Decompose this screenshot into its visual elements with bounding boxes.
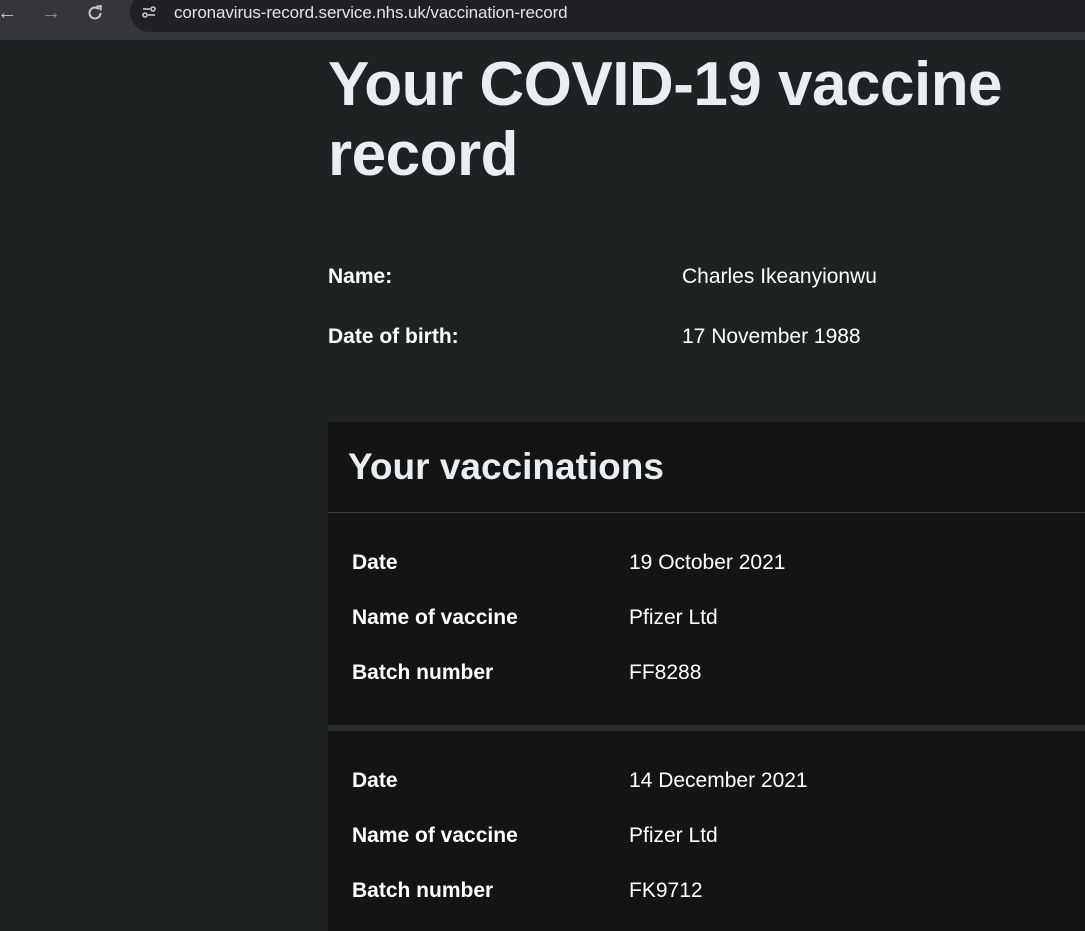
name-label: Name:: [328, 265, 393, 288]
batch-number-value: FK9712: [629, 879, 703, 902]
date-value: 14 December 2021: [629, 769, 808, 792]
dob-row: Date of birth: 17 November 1988: [328, 325, 1028, 355]
date-label: Date: [352, 551, 398, 574]
name-value: Charles Ikeanyionwu: [682, 265, 877, 288]
dose-1-batch-row: Batch number FF8288: [352, 661, 1052, 691]
dose-2-date-row: Date 14 December 2021: [352, 769, 1052, 799]
vaccine-name-label: Name of vaccine: [352, 606, 518, 629]
vaccinations-panel: Your vaccinations Date 19 October 2021 N…: [328, 422, 1085, 931]
vaccine-name-value: Pfizer Ltd: [629, 824, 718, 847]
reload-button[interactable]: [82, 0, 108, 26]
batch-number-label: Batch number: [352, 661, 494, 684]
batch-number-value: FF8288: [629, 661, 702, 684]
address-bar[interactable]: coronavirus-record.service.nhs.uk/vaccin…: [130, 0, 1085, 32]
name-row: Name: Charles Ikeanyionwu: [328, 265, 1028, 295]
reload-icon: [88, 5, 102, 20]
dob-value: 17 November 1988: [682, 325, 861, 348]
back-button[interactable]: ←: [0, 0, 20, 26]
dob-label: Date of birth:: [328, 325, 459, 348]
url-text[interactable]: coronavirus-record.service.nhs.uk/vaccin…: [174, 3, 568, 23]
vaccinations-heading: Your vaccinations: [348, 446, 664, 487]
dose-1-vaccine-row: Name of vaccine Pfizer Ltd: [352, 606, 1052, 636]
browser-toolbar: ← → coronavirus-record.service.nhs.uk/va…: [0, 0, 1085, 40]
dose-1-date-row: Date 19 October 2021: [352, 551, 1052, 581]
arrow-right-icon: →: [41, 2, 61, 24]
arrow-left-icon: ←: [0, 2, 17, 24]
vaccine-name-value: Pfizer Ltd: [629, 606, 718, 629]
panel-divider: [328, 512, 1085, 513]
page-title: Your COVID-19 vaccine record: [328, 50, 1003, 189]
dose-separator: [328, 725, 1085, 731]
vaccine-name-label: Name of vaccine: [352, 824, 518, 847]
date-label: Date: [352, 769, 398, 792]
batch-number-label: Batch number: [352, 879, 494, 902]
dose-2-vaccine-row: Name of vaccine Pfizer Ltd: [352, 824, 1052, 854]
site-info-button[interactable]: [139, 2, 159, 22]
forward-button[interactable]: →: [38, 0, 64, 26]
site-settings-icon: [142, 6, 156, 18]
dose-2-batch-row: Batch number FK9712: [352, 879, 1052, 909]
date-value: 19 October 2021: [629, 551, 786, 574]
